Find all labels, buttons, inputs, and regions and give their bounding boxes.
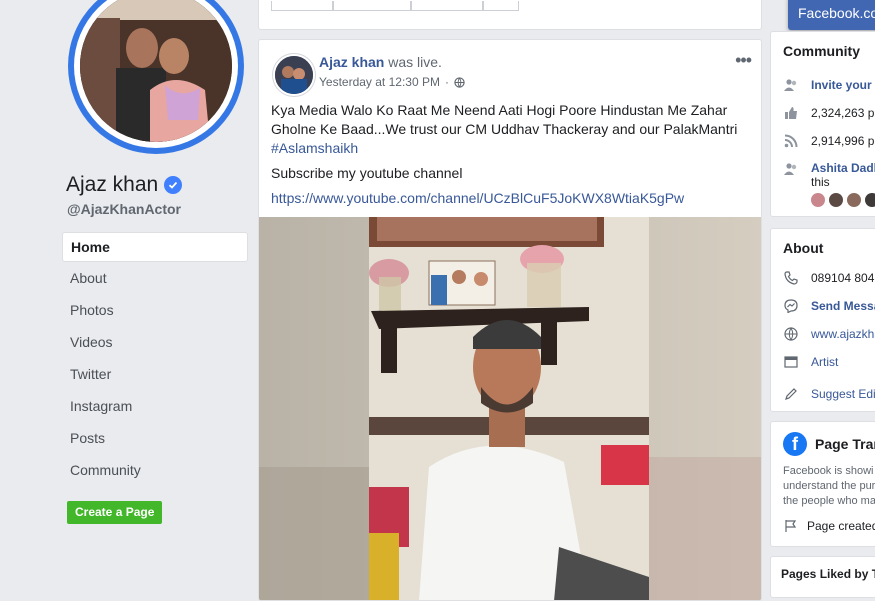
category-link[interactable]: Artist xyxy=(811,355,838,369)
messenger-icon xyxy=(783,298,799,314)
community-invite-row[interactable]: Invite your xyxy=(783,77,872,93)
send-message-link[interactable]: Send Messa xyxy=(811,299,875,313)
post-subscribe-text: Subscribe my youtube channel xyxy=(271,165,463,181)
post-author-line: Ajaz khan was live. xyxy=(319,54,442,70)
community-card: Community Invite your 2,324,263 p 2,914,… xyxy=(770,31,875,217)
people-icon xyxy=(783,161,799,177)
previous-post-action[interactable] xyxy=(483,1,519,11)
transparency-header: f Page Tran xyxy=(783,432,875,456)
pencil-icon xyxy=(783,386,799,402)
follows-count: 2,914,996 p xyxy=(811,134,875,148)
suggest-edits-link[interactable]: Suggest Edi xyxy=(811,387,875,401)
nav-item-home[interactable]: Home xyxy=(62,232,248,262)
phone-icon xyxy=(783,270,799,286)
previous-post-action[interactable] xyxy=(271,1,333,11)
live-video-player[interactable] xyxy=(259,217,761,600)
page-created-row: Page created xyxy=(783,518,875,534)
community-friend-row: Ashita Dadl this xyxy=(783,161,875,189)
about-phone-row: 089104 804 xyxy=(783,270,874,286)
previous-post-card xyxy=(258,0,762,30)
previous-post-action[interactable] xyxy=(411,1,483,11)
friend-avatar[interactable] xyxy=(865,193,875,207)
invite-friends-link[interactable]: Invite your xyxy=(811,78,872,92)
post-text-line: Kya Media Walo Ko Raat Me Neend Aati Hog… xyxy=(271,102,728,118)
page-transparency-card: f Page Tran Facebook is showi understand… xyxy=(770,421,875,547)
community-title: Community xyxy=(783,43,860,59)
post-body: Kya Media Walo Ko Raat Me Neend Aati Hog… xyxy=(271,101,751,158)
thumbs-up-icon xyxy=(783,105,799,121)
flag-icon xyxy=(783,518,799,534)
page-handle[interactable]: @AjazKhanActor xyxy=(67,201,181,217)
separator-dot: · xyxy=(444,75,449,89)
create-page-button[interactable]: Create a Page xyxy=(67,501,163,524)
verified-badge-icon xyxy=(164,176,183,194)
facebook-logo-icon: f xyxy=(783,432,807,456)
pages-liked-card: Pages Liked by T xyxy=(770,556,875,598)
globe-icon xyxy=(783,326,799,342)
facebook-chat-tab[interactable]: Facebook.co xyxy=(788,0,875,30)
post-options-icon[interactable]: ••• xyxy=(735,50,752,71)
about-phone: 089104 804 xyxy=(811,271,875,285)
transparency-desc-line: the people who ma xyxy=(783,495,875,507)
category-tag-icon xyxy=(783,354,799,370)
people-icon xyxy=(783,77,799,93)
likes-count: 2,324,263 p xyxy=(811,106,875,120)
about-card: About 089104 804 Send Messa www.ajazkha … xyxy=(770,228,875,412)
pages-liked-title: Pages Liked by T xyxy=(781,567,875,581)
nav-item-community[interactable]: Community xyxy=(62,454,248,486)
nav-item-photos[interactable]: Photos xyxy=(62,294,248,326)
about-suggest-row[interactable]: Suggest Edi xyxy=(783,386,875,402)
website-link[interactable]: www.ajazkha xyxy=(811,327,875,341)
about-message-row[interactable]: Send Messa xyxy=(783,298,875,314)
friend-avatars xyxy=(811,193,875,207)
friend-avatar[interactable] xyxy=(829,193,843,207)
live-post-card: Ajaz khan was live. Yesterday at 12:30 P… xyxy=(258,39,762,601)
friend-likes-text: Ashita Dadl this xyxy=(811,161,875,189)
about-category-row[interactable]: Artist xyxy=(783,354,838,370)
post-text-line: Gholne Ke Baad...We trust our CM Uddhav … xyxy=(271,121,738,137)
post-timestamp[interactable]: Yesterday at 12:30 PM xyxy=(319,75,440,89)
about-title: About xyxy=(783,240,824,256)
post-author-name[interactable]: Ajaz khan xyxy=(319,54,384,70)
page-name-text: Ajaz khan xyxy=(66,173,159,196)
page-nav: Home About Photos Videos Twitter Instagr… xyxy=(62,232,248,486)
video-frame-illustration xyxy=(259,217,761,600)
transparency-description: Facebook is showi understand the pur the… xyxy=(783,464,875,509)
friend-name-link[interactable]: Ashita Dadl xyxy=(811,161,875,175)
rss-follow-icon xyxy=(783,133,799,149)
post-hashtag[interactable]: #Aslamshaikh xyxy=(271,139,751,158)
nav-item-twitter[interactable]: Twitter xyxy=(62,358,248,390)
page-created-text: Page created xyxy=(807,519,875,533)
post-youtube-link[interactable]: https://www.youtube.com/channel/UCzBlCuF… xyxy=(271,190,684,206)
community-likes-row: 2,324,263 p xyxy=(783,105,874,121)
post-author-avatar[interactable] xyxy=(273,54,315,96)
nav-item-instagram[interactable]: Instagram xyxy=(62,390,248,422)
previous-post-action[interactable] xyxy=(333,1,411,11)
transparency-title: Page Tran xyxy=(815,436,875,452)
friend-avatar[interactable] xyxy=(811,193,825,207)
post-action-text: was live. xyxy=(388,54,442,70)
community-follows-row: 2,914,996 p xyxy=(783,133,874,149)
about-website-row[interactable]: www.ajazkha xyxy=(783,326,875,342)
nav-item-posts[interactable]: Posts xyxy=(62,422,248,454)
transparency-desc-line: understand the pur xyxy=(783,480,875,492)
transparency-desc-line: Facebook is showi xyxy=(783,465,874,477)
page-name: Ajaz khan xyxy=(66,173,183,197)
nav-item-videos[interactable]: Videos xyxy=(62,326,248,358)
friend-avatar[interactable] xyxy=(847,193,861,207)
friend-likes-suffix: this xyxy=(811,175,830,189)
post-timestamp-row: Yesterday at 12:30 PM · xyxy=(319,75,465,89)
nav-item-about[interactable]: About xyxy=(62,262,248,294)
globe-icon xyxy=(454,76,465,88)
